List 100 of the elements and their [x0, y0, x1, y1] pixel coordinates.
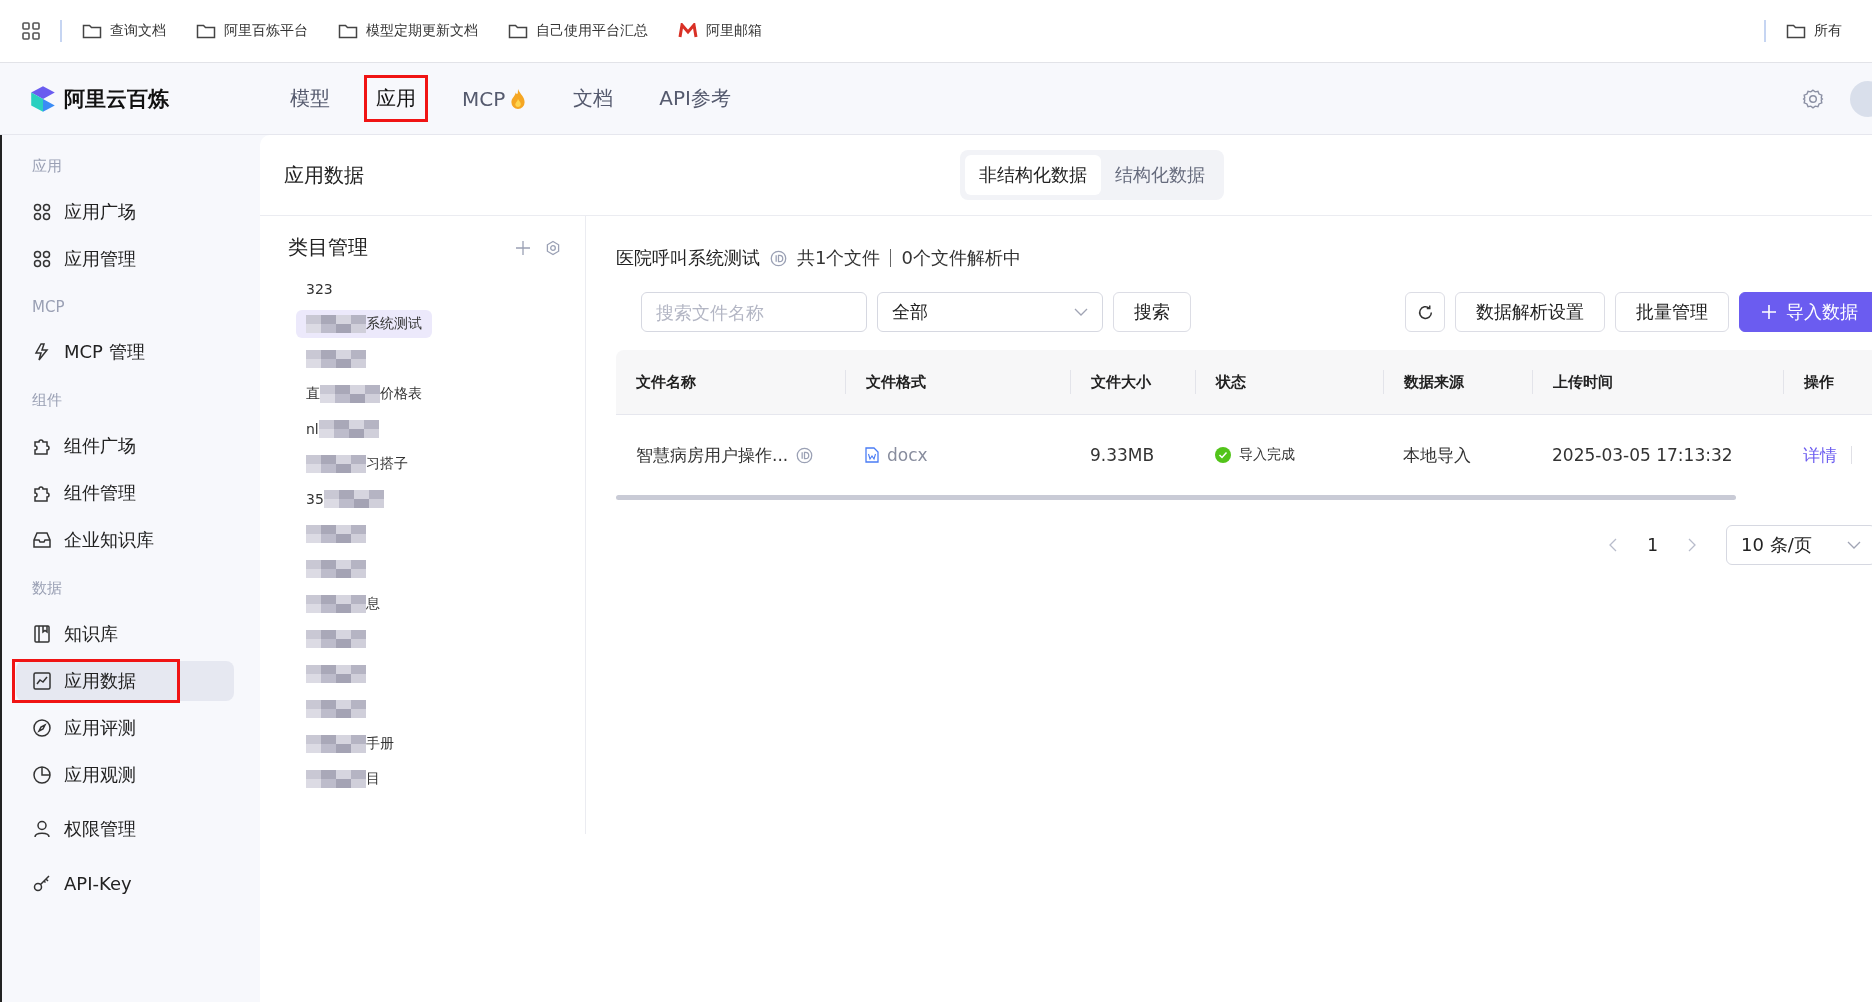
sidebar-item[interactable]: MCP 管理	[16, 332, 234, 372]
compass-icon	[32, 718, 52, 738]
data-type-tab[interactable]: 非结构化数据	[965, 155, 1101, 195]
category-name: 医院呼叫系统测试	[616, 246, 760, 270]
blurred-text	[306, 525, 366, 543]
sidebar-item[interactable]: 知识库	[16, 614, 234, 654]
plus-icon	[1762, 305, 1776, 319]
page-number[interactable]: 1	[1647, 535, 1658, 555]
key-icon	[32, 873, 52, 893]
category-name: nl	[306, 421, 319, 437]
category-item[interactable]: 系统测试	[296, 310, 432, 338]
filter-dropdown[interactable]: 全部	[877, 292, 1103, 332]
blurred-text	[306, 735, 366, 753]
sidebar-item[interactable]: 组件广场	[16, 426, 234, 466]
sidebar-item[interactable]: 组件管理	[16, 473, 234, 513]
column-header: 状态	[1195, 370, 1383, 394]
nav-tab[interactable]: 模型	[278, 75, 342, 122]
column-header: 文件大小	[1070, 370, 1195, 394]
category-title: 类目管理	[288, 234, 368, 261]
puzzle-icon	[32, 483, 52, 503]
page-size-dropdown[interactable]: 10 条/页	[1726, 525, 1872, 565]
grid-icon	[32, 249, 52, 269]
toolbar-button[interactable]: 数据解析设置	[1455, 292, 1605, 332]
apps-icon[interactable]	[22, 22, 40, 40]
id-icon[interactable]	[796, 446, 814, 464]
category-item[interactable]: 习搭子	[296, 450, 418, 478]
column-header: 上传时间	[1532, 370, 1783, 394]
category-item[interactable]: 35	[296, 485, 394, 513]
toolbar-button[interactable]: 批量管理	[1615, 292, 1729, 332]
id-icon[interactable]	[770, 249, 787, 267]
inbox-icon	[32, 530, 52, 550]
category-name: 系统测试	[366, 315, 422, 333]
status-text: 导入完成	[1239, 446, 1295, 464]
horizontal-scrollbar[interactable]	[616, 495, 1736, 500]
table-cell: 智慧病房用户操作...	[636, 443, 789, 467]
previous-page-icon[interactable]	[1609, 538, 1618, 552]
blurred-text	[306, 700, 366, 718]
sidebar-item[interactable]: 应用广场	[16, 192, 234, 232]
import-button[interactable]: 导入数据	[1739, 292, 1872, 332]
page-title: 应用数据	[284, 161, 364, 189]
folder-icon	[508, 23, 528, 39]
settings-icon[interactable]	[1802, 87, 1824, 110]
refresh-button[interactable]	[1405, 292, 1445, 332]
bookmark[interactable]: 自己使用平台汇总	[508, 22, 648, 40]
search-field[interactable]: 搜索文件名称	[641, 292, 867, 332]
sidebar-item[interactable]: 应用评测	[16, 708, 234, 748]
category-name: 目	[366, 770, 380, 788]
bookmark[interactable]: 查询文档	[82, 22, 166, 40]
puzzle-icon	[32, 436, 52, 456]
bookmark[interactable]: 所有	[1786, 22, 1842, 40]
nav-tab[interactable]: API参考	[647, 75, 743, 122]
blurred-text	[306, 665, 366, 683]
nav-tab[interactable]: MCP	[450, 75, 540, 122]
blurred-text	[320, 385, 380, 403]
search-button[interactable]: 搜索	[1113, 292, 1191, 332]
blurred-text	[306, 350, 366, 368]
parsing-count: 0个文件解析中	[901, 246, 1021, 270]
check-circle-icon	[1215, 447, 1231, 463]
brand-name: 阿里云百炼	[64, 85, 169, 113]
category-name: 323	[306, 281, 333, 297]
section-title: 应用	[31, 156, 63, 177]
table-cell: 9.33MB	[1090, 445, 1155, 465]
settings-icon[interactable]	[545, 239, 561, 256]
bookmark[interactable]: 阿里邮箱	[678, 22, 762, 40]
category-item[interactable]: nl	[296, 415, 389, 443]
blurred-text	[306, 315, 366, 333]
blurred-text	[306, 595, 366, 613]
column-header: 文件格式	[845, 370, 1070, 394]
category-item[interactable]: 目	[296, 765, 390, 793]
blurred-text	[306, 770, 366, 788]
next-page-icon[interactable]	[1688, 538, 1696, 552]
details-link[interactable]: 详情	[1803, 443, 1837, 467]
sidebar-item[interactable]: 企业知识库	[16, 520, 234, 560]
blurred-text	[306, 455, 366, 473]
category-item[interactable]: 手册	[296, 730, 404, 758]
category-name: 35	[306, 491, 324, 507]
section-title: 组件	[31, 390, 63, 411]
category-name: 习搭子	[366, 455, 408, 473]
blurred-text	[306, 630, 366, 648]
data-type-tab[interactable]: 结构化数据	[1101, 155, 1219, 195]
bookmark[interactable]: 阿里百炼平台	[196, 22, 308, 40]
sidebar-item[interactable]: 应用观测	[16, 755, 234, 795]
sidebar-item[interactable]: API-Key	[16, 863, 234, 903]
section-title: 数据	[31, 578, 63, 599]
grid-icon	[32, 202, 52, 222]
category-item[interactable]: 直 价格表	[296, 380, 432, 408]
nav-tab[interactable]: 应用	[364, 75, 428, 122]
section-title: MCP	[31, 297, 66, 318]
category-item[interactable]: 323	[296, 275, 343, 303]
book-icon	[32, 624, 52, 644]
m-logo-icon	[678, 23, 698, 39]
category-name: 价格表	[380, 385, 422, 403]
sidebar-item[interactable]: 权限管理	[16, 809, 234, 849]
bookmark[interactable]: 模型定期更新文档	[338, 22, 478, 40]
user-icon	[32, 819, 52, 839]
sidebar-item[interactable]: 应用管理	[16, 239, 234, 279]
category-item[interactable]: 息	[296, 590, 390, 618]
document-icon	[865, 447, 879, 463]
add-icon[interactable]	[515, 239, 531, 256]
nav-tab[interactable]: 文档	[561, 75, 626, 122]
